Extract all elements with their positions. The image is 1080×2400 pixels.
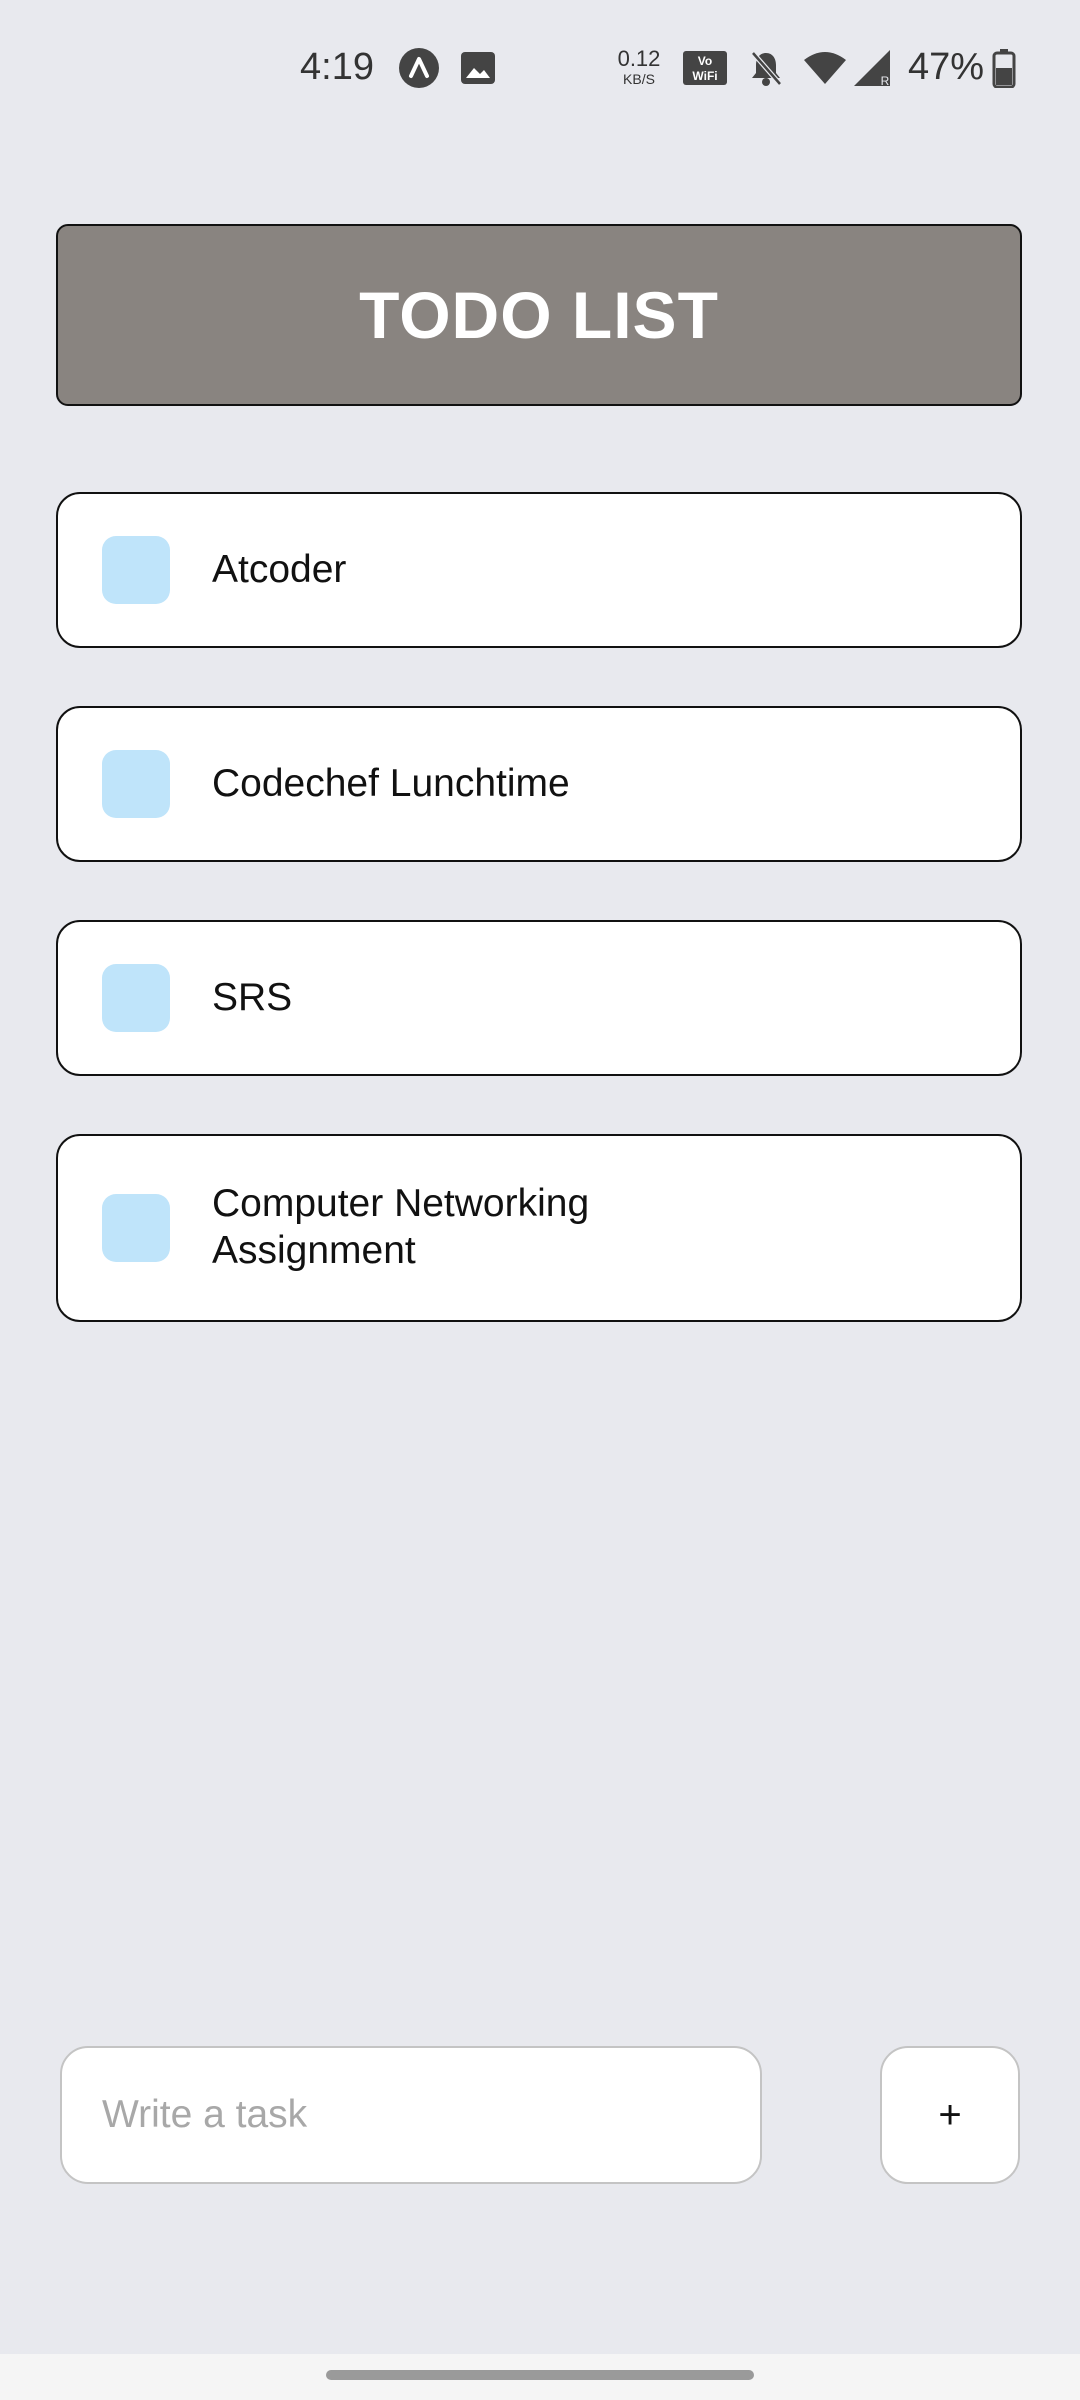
bell-muted-icon — [748, 46, 784, 90]
task-item[interactable]: Codechef Lunchtime — [56, 706, 1022, 862]
home-gesture-handle[interactable] — [326, 2370, 754, 2380]
task-checkbox[interactable] — [102, 964, 170, 1032]
add-task-button[interactable]: + — [880, 2046, 1020, 2184]
status-bar: 4:19 0.12 KB/S Vo WiFi R 47% — [0, 0, 1080, 140]
task-checkbox[interactable] — [102, 750, 170, 818]
battery-icon — [992, 46, 1016, 90]
battery-percent: 47% — [908, 46, 985, 88]
vowifi-icon: Vo WiFi — [682, 46, 728, 90]
task-label: Codechef Lunchtime — [212, 761, 570, 805]
wifi-icon — [802, 46, 848, 90]
network-speed: 0.12 KB/S — [617, 46, 661, 87]
task-label: Computer Networking Assignment — [212, 1182, 590, 1272]
svg-text:R: R — [881, 74, 890, 88]
task-input[interactable] — [60, 2046, 762, 2184]
page-title: TODO LIST — [359, 278, 719, 352]
task-item[interactable]: SRS — [56, 920, 1022, 1076]
task-checkbox[interactable] — [102, 536, 170, 604]
task-item[interactable]: Atcoder — [56, 492, 1022, 648]
app-header: TODO LIST — [56, 224, 1022, 406]
navigation-bar — [0, 2354, 1080, 2400]
task-label: Atcoder — [212, 547, 347, 591]
task-item[interactable]: Computer Networking Assignment — [56, 1134, 1022, 1322]
task-checkbox[interactable] — [102, 1194, 170, 1262]
svg-text:Vo: Vo — [698, 54, 712, 68]
app-notification-icon — [398, 46, 440, 90]
task-list: Atcoder Codechef Lunchtime SRS Computer … — [56, 492, 1022, 1380]
svg-text:WiFi: WiFi — [692, 69, 717, 83]
status-time: 4:19 — [300, 46, 374, 88]
task-label: SRS — [212, 975, 293, 1019]
signal-icon: R — [852, 46, 892, 90]
image-notification-icon — [460, 46, 496, 90]
